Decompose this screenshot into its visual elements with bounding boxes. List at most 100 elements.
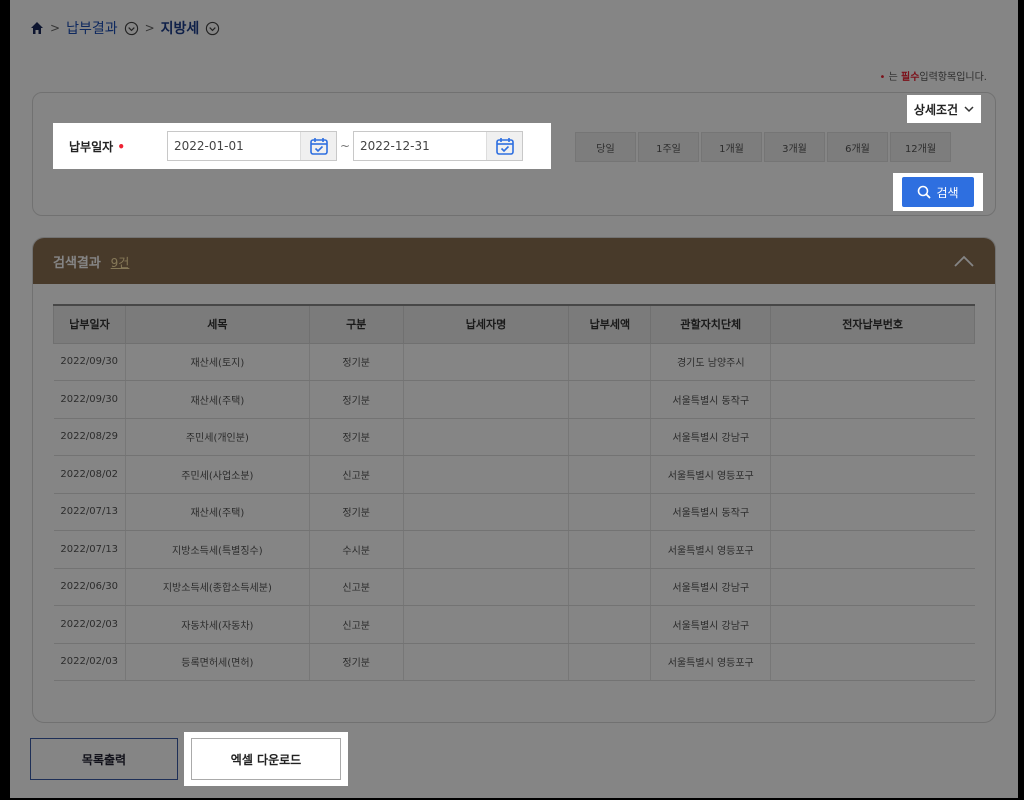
calendar-icon: [495, 138, 514, 155]
table-cell: 지방소득세(특별징수): [125, 530, 310, 569]
calendar-icon: [309, 138, 328, 155]
column-header[interactable]: 관할자치단체: [650, 304, 772, 344]
end-date-calendar-button[interactable]: [486, 132, 522, 160]
table-cell: [568, 455, 652, 494]
chevron-up-icon[interactable]: [953, 254, 975, 268]
chevron-down-circle-icon[interactable]: [124, 21, 139, 36]
required-marker: •: [879, 72, 886, 83]
results-title: 검색결과: [53, 255, 101, 271]
table-cell: 2022/09/30: [53, 380, 126, 419]
column-header[interactable]: 납부세액: [568, 304, 652, 344]
table-cell: [568, 380, 652, 419]
detail-conditions-button[interactable]: 상세조건: [907, 95, 981, 123]
table-cell: [568, 343, 652, 381]
results-table: 납부일자 세목 구분 납세자명 납부세액 관할자치단체 전자납부번호 2022/…: [53, 304, 975, 681]
table-cell: 서울특별시 동작구: [650, 493, 772, 531]
detail-conditions-label: 상세조건: [913, 102, 959, 117]
search-button[interactable]: 검색: [902, 177, 974, 207]
print-list-button[interactable]: 목록출력: [30, 738, 178, 780]
column-header[interactable]: 구분: [308, 304, 404, 344]
table-row[interactable]: 2022/02/03 등록면허세(면허) 정기분 서울특별시 영등포구: [53, 643, 975, 681]
payment-date-label: 납부일자 •: [53, 138, 167, 155]
breadcrumb-item-payment-result[interactable]: 납부결과: [66, 18, 118, 38]
table-row[interactable]: 2022/08/02 주민세(사업소분) 신고분 서울특별시 영등포구: [53, 455, 975, 494]
table-cell: 정기분: [309, 643, 404, 681]
table-cell: [403, 605, 570, 644]
column-header[interactable]: 전자납부번호: [770, 304, 975, 344]
table-cell: [770, 643, 975, 681]
note-emphasis: 필수: [901, 72, 920, 83]
table-cell: [568, 568, 652, 606]
table-cell: [403, 568, 570, 606]
table-row[interactable]: 2022/07/13 지방소득세(특별징수) 수시분 서울특별시 영등포구: [53, 530, 975, 569]
table-cell: [403, 530, 570, 569]
start-date-field: [167, 131, 337, 161]
table-row[interactable]: 2022/06/30 지방소득세(종합소득세분) 신고분 서울특별시 강남구: [53, 568, 975, 606]
table-cell: 정기분: [309, 493, 404, 531]
payment-date-row: 납부일자 • ~: [53, 123, 551, 169]
table-cell: 서울특별시 영등포구: [650, 643, 772, 681]
search-button-label: 검색: [936, 185, 959, 200]
table-cell: [568, 643, 652, 681]
results-panel: 검색결과 9건 납부일자 세목 구분 납세자명 납부세액 관할자치단체 전자납부…: [32, 237, 996, 723]
search-icon: [918, 185, 932, 199]
results-title-group: 검색결과 9건: [53, 252, 129, 271]
results-header: 검색결과 9건: [33, 238, 995, 284]
breadcrumb-item-local-tax[interactable]: 지방세: [161, 18, 200, 38]
excel-download-area: 엑셀 다운로드: [184, 732, 348, 786]
column-header[interactable]: 납세자명: [402, 304, 570, 344]
table-cell: [770, 568, 975, 606]
quick-range-1month[interactable]: 1개월: [701, 132, 762, 162]
table-row[interactable]: 2022/02/03 자동차세(자동차) 신고분 서울특별시 강남구: [53, 605, 975, 644]
end-date-field: [353, 131, 523, 161]
column-header[interactable]: 세목: [124, 304, 310, 344]
table-cell: 재산세(주택): [125, 493, 310, 531]
bottom-actions: 목록출력 엑셀 다운로드: [30, 732, 348, 786]
table-row[interactable]: 2022/08/29 주민세(개인분) 정기분 서울특별시 강남구: [53, 418, 975, 456]
quick-range-6months[interactable]: 6개월: [827, 132, 888, 162]
table-cell: 정기분: [309, 343, 404, 381]
column-header[interactable]: 납부일자: [53, 304, 126, 344]
chevron-down-circle-icon[interactable]: [205, 21, 220, 36]
quick-range-3months[interactable]: 3개월: [764, 132, 825, 162]
breadcrumb: > 납부결과 > 지방세: [30, 16, 220, 40]
table-cell: [568, 493, 652, 531]
home-icon[interactable]: [30, 21, 44, 35]
table-cell: 2022/07/13: [53, 493, 126, 531]
table-cell: [403, 380, 570, 419]
quick-range-12months[interactable]: 12개월: [890, 132, 951, 162]
breadcrumb-separator: >: [50, 21, 61, 35]
table-cell: 주민세(개인분): [125, 418, 310, 456]
table-row[interactable]: 2022/09/30 재산세(토지) 정기분 경기도 남양주시: [53, 343, 975, 381]
table-cell: 재산세(토지): [125, 343, 310, 381]
table-cell: [403, 455, 570, 494]
table-cell: [770, 605, 975, 644]
table-cell: 신고분: [309, 568, 404, 606]
excel-download-button[interactable]: 엑셀 다운로드: [191, 738, 341, 780]
table-cell: [770, 530, 975, 569]
table-cell: 2022/08/29: [53, 418, 126, 456]
end-date-input[interactable]: [354, 132, 486, 160]
table-cell: 지방소득세(종합소득세분): [125, 568, 310, 606]
table-cell: 정기분: [309, 380, 404, 419]
table-cell: 서울특별시 영등포구: [650, 530, 772, 569]
start-date-input[interactable]: [168, 132, 300, 160]
required-field-note: • 는 필수입력항목입니다.: [880, 68, 987, 83]
table-row[interactable]: 2022/09/30 재산세(주택) 정기분 서울특별시 동작구: [53, 380, 975, 419]
quick-range-today[interactable]: 당일: [575, 132, 636, 162]
table-cell: 신고분: [309, 605, 404, 644]
table-row[interactable]: 2022/07/13 재산세(주택) 정기분 서울특별시 동작구: [53, 493, 975, 531]
table-cell: 주민세(사업소분): [125, 455, 310, 494]
table-cell: 2022/02/03: [53, 643, 126, 681]
table-cell: [403, 418, 570, 456]
table-cell: 서울특별시 강남구: [650, 605, 772, 644]
quick-range-1week[interactable]: 1주일: [638, 132, 699, 162]
quick-range-buttons: 당일 1주일 1개월 3개월 6개월 12개월: [575, 132, 951, 162]
start-date-calendar-button[interactable]: [300, 132, 336, 160]
table-cell: 정기분: [309, 418, 404, 456]
table-cell: [403, 493, 570, 531]
required-marker: •: [117, 139, 126, 154]
breadcrumb-separator: >: [144, 21, 155, 35]
table-cell: 서울특별시 강남구: [650, 568, 772, 606]
table-cell: 2022/08/02: [53, 455, 126, 494]
